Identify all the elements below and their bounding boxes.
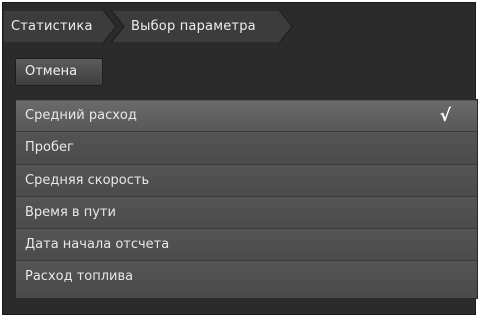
settings-screen: Статистика Выбор параметра Отмена Средни… [2, 2, 478, 315]
list-item-label: Время в пути [25, 204, 116, 220]
breadcrumb-label-select-parameter: Выбор параметра [131, 19, 256, 34]
list-item-travel-time[interactable]: Время в пути [16, 196, 477, 230]
breadcrumb-label-statistics: Статистика [11, 19, 93, 34]
cancel-button[interactable]: Отмена [15, 58, 103, 86]
breadcrumb-item-statistics[interactable]: Статистика [3, 10, 116, 43]
list-item-label: Дата начала отсчета [25, 237, 170, 253]
breadcrumb-item-select-parameter[interactable]: Выбор параметра [111, 10, 293, 43]
list-item-label: Расход топлива [25, 269, 134, 285]
list-item-label: Пробег [25, 140, 74, 156]
list-item-label: Средняя скорость [25, 172, 150, 188]
list-item-fuel-consumption[interactable]: Расход топлива [16, 261, 477, 294]
list-item-average-speed[interactable]: Средняя скорость [16, 164, 477, 197]
list-item-average-consumption[interactable]: Средний расход √ [16, 100, 477, 133]
parameter-list: Средний расход √ Пробег Средняя скорость… [15, 99, 478, 299]
checkmark-icon: √ [439, 106, 451, 126]
list-item-mileage[interactable]: Пробег [16, 132, 477, 165]
list-item-label: Средний расход [25, 108, 137, 123]
list-item-start-date[interactable]: Дата начала отсчета [16, 229, 477, 262]
